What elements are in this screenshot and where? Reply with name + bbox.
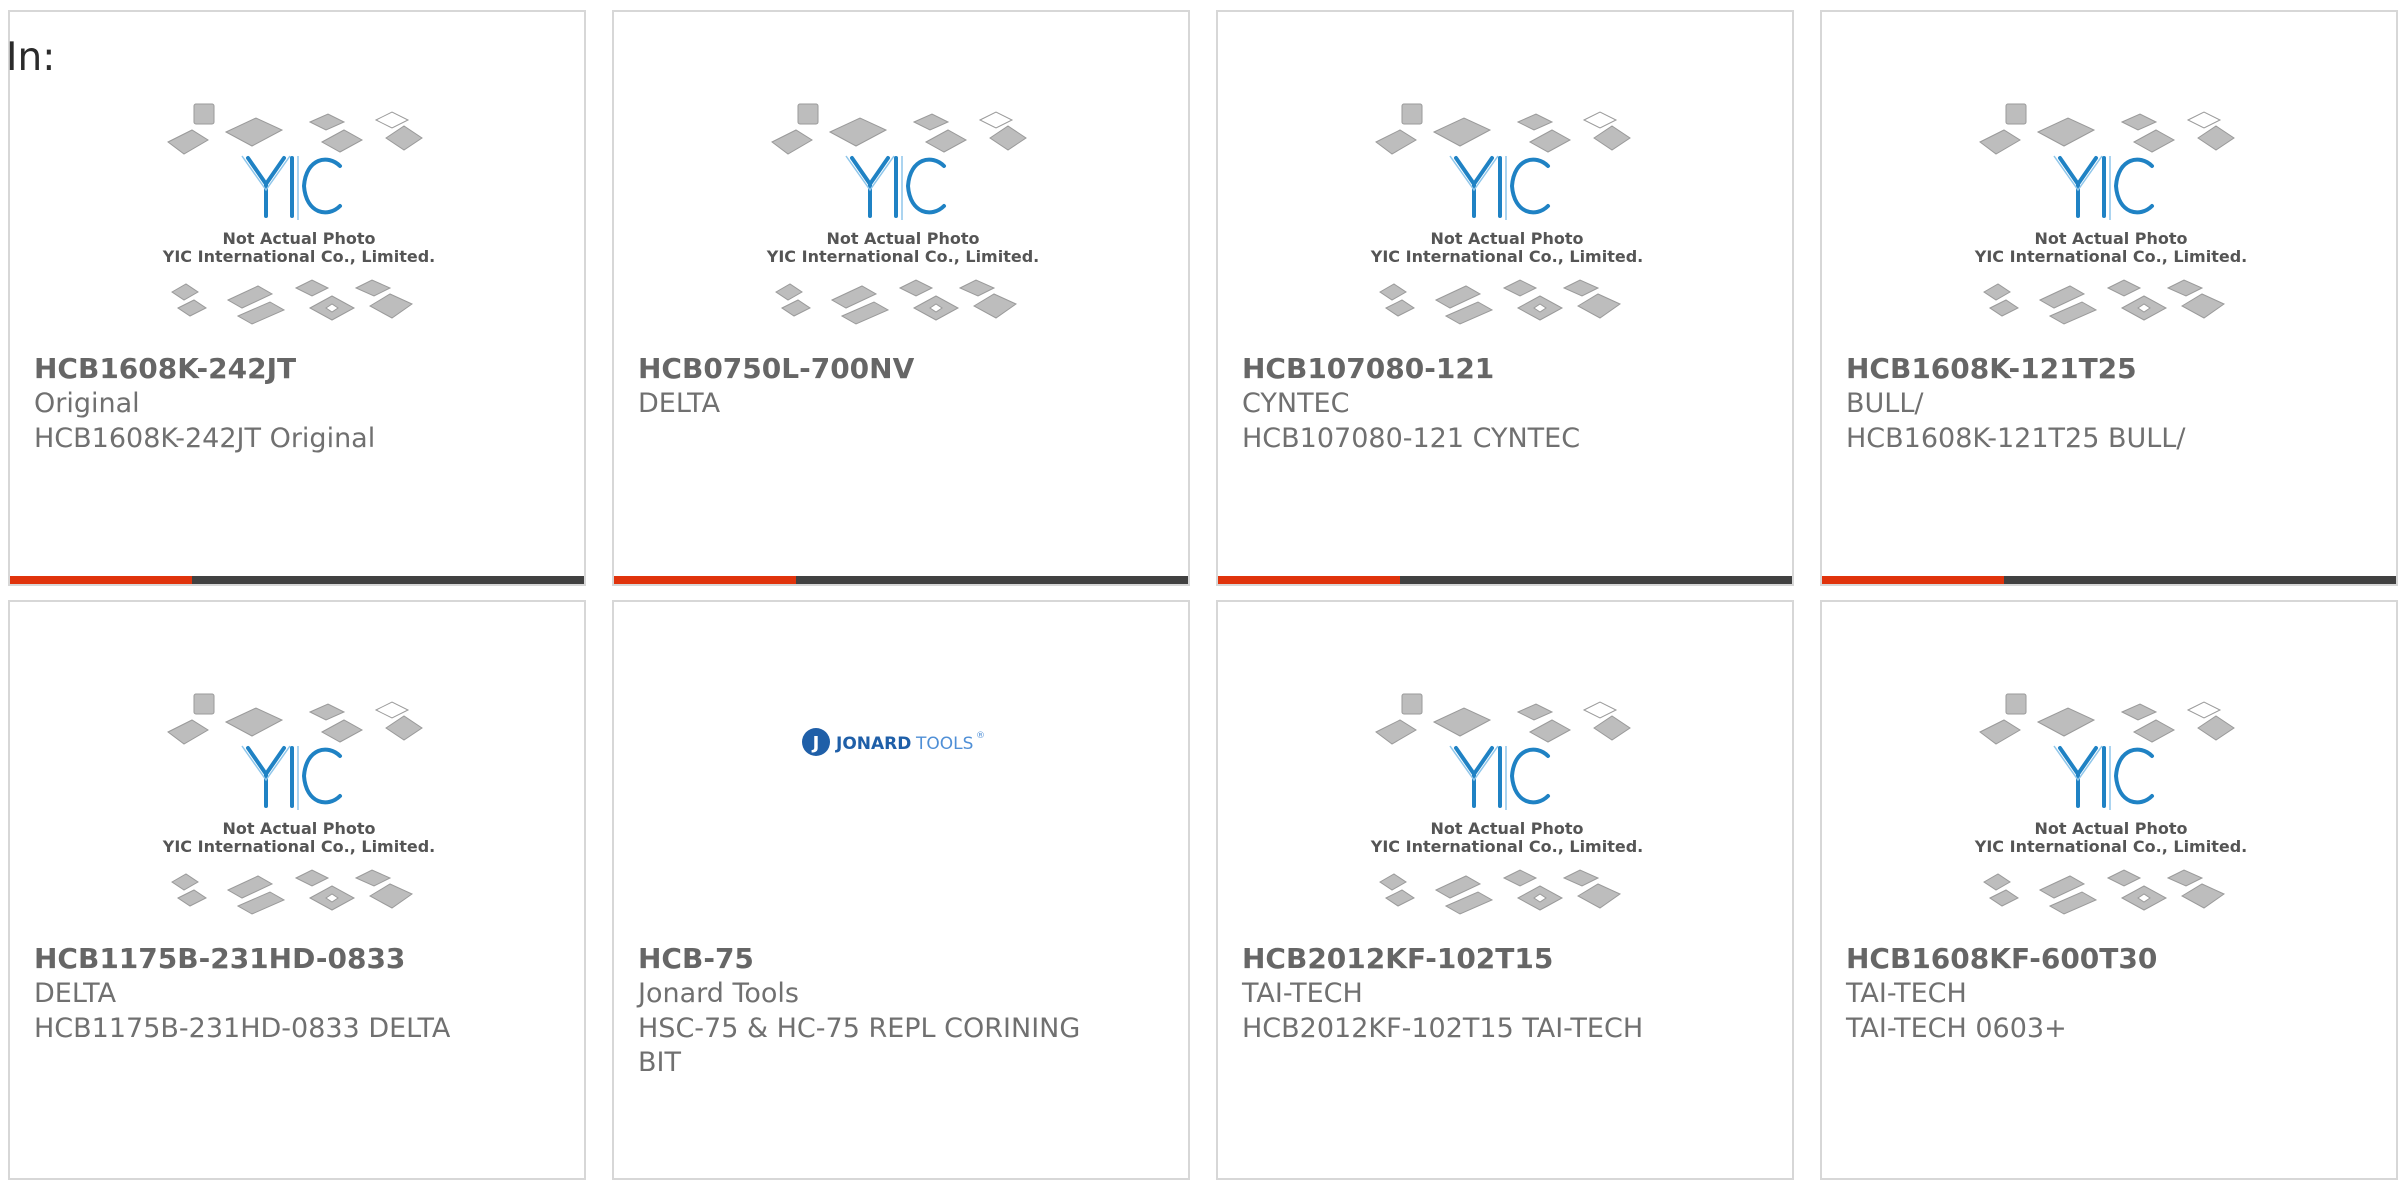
manufacturer: DELTA [34,978,117,1009]
product-image-placeholder[interactable]: Not Actual Photo YIC International Co., … [1218,96,1792,354]
jonard-tools-logo[interactable]: J JONARD TOOLS ® [614,712,1188,772]
product-card[interactable]: Not Actual Photo YIC International Co., … [8,600,586,1180]
manufacturer: DELTA [638,388,721,419]
description: HCB2012KF-102T15 TAI-TECH [1242,1013,1644,1044]
svg-text:Not Actual Photo: Not Actual Photo [2034,229,2187,248]
product-card[interactable]: Not Actual Photo YIC International Co., … [1216,600,1794,1180]
manufacturer: BULL/ [1846,388,1924,419]
yic-placeholder-icon: Not Actual Photo YIC International Co., … [1974,103,2247,325]
svg-text:YIC International Co., Limited: YIC International Co., Limited. [162,247,435,266]
yic-placeholder-icon: Not Actual Photo YIC International Co., … [162,103,435,325]
yic-placeholder-icon: Not Actual Photo YIC International Co., … [766,103,1039,325]
description: HCB1608K-242JT Original [34,423,376,454]
svg-text:YIC International Co., Limited: YIC International Co., Limited. [1974,247,2247,266]
part-number-link[interactable]: HCB1175B-231HD-0833 [34,942,405,975]
card-bottom-bar [1822,576,2396,584]
yic-placeholder-icon: Not Actual Photo YIC International Co., … [1974,693,2247,915]
product-image-placeholder[interactable]: Not Actual Photo YIC International Co., … [1822,686,2396,944]
product-image-placeholder[interactable]: Not Actual Photo YIC International Co., … [1218,686,1792,944]
product-image-placeholder[interactable]: Not Actual Photo YIC International Co., … [10,96,584,354]
description: TAI-TECH 0603+ [1846,1013,2067,1044]
manufacturer: CYNTEC [1242,388,1350,419]
description: HCB1175B-231HD-0833 DELTA [34,1013,451,1044]
svg-text:Not Actual Photo: Not Actual Photo [1430,229,1583,248]
product-image-placeholder[interactable]: Not Actual Photo YIC International Co., … [614,96,1188,354]
svg-text:Not Actual Photo: Not Actual Photo [826,229,979,248]
svg-text:TOOLS: TOOLS [915,734,973,754]
svg-text:YIC International Co., Limited: YIC International Co., Limited. [1370,247,1643,266]
description: HCB107080-121 CYNTEC [1242,423,1581,454]
card-bottom-bar [10,576,584,584]
svg-text:YIC International Co., Limited: YIC International Co., Limited. [766,247,1039,266]
svg-text:®: ® [976,731,985,741]
product-card[interactable]: Not Actual Photo YIC International Co., … [1216,10,1794,586]
product-card[interactable]: Not Actual Photo YIC International Co., … [1820,10,2398,586]
yic-placeholder-icon: Not Actual Photo YIC International Co., … [1370,103,1643,325]
manufacturer: Jonard Tools [638,978,799,1009]
manufacturer: Original [34,388,140,419]
product-grid: Not Actual Photo YIC International Co., … [8,10,2400,1180]
product-card[interactable]: Not Actual Photo YIC International Co., … [612,10,1190,586]
product-image-placeholder[interactable]: Not Actual Photo YIC International Co., … [1822,96,2396,354]
svg-text:YIC International Co., Limited: YIC International Co., Limited. [1370,837,1643,856]
svg-text:Not Actual Photo: Not Actual Photo [2034,819,2187,838]
part-number-link[interactable]: HCB0750L-700NV [638,352,914,385]
svg-text:J: J [811,733,820,754]
product-image-placeholder[interactable]: Not Actual Photo YIC International Co., … [10,686,584,944]
part-number-link[interactable]: HCB107080-121 [1242,352,1494,385]
product-card[interactable]: Not Actual Photo YIC International Co., … [1820,600,2398,1180]
svg-text:Not Actual Photo: Not Actual Photo [1430,819,1583,838]
svg-text:YIC International Co., Limited: YIC International Co., Limited. [162,837,435,856]
product-card[interactable]: Not Actual Photo YIC International Co., … [8,10,586,586]
card-bottom-bar [1218,576,1792,584]
product-card[interactable]: J JONARD TOOLS ® HCB-75 Jonard Tools HSC… [612,600,1190,1180]
description: HCB1608K-121T25 BULL/ [1846,423,2186,454]
part-number-link[interactable]: HCB1608K-121T25 [1846,352,2137,385]
description: HSC-75 & HC-75 REPL CORINING BIT [638,1013,1081,1078]
svg-text:YIC International Co., Limited: YIC International Co., Limited. [1974,837,2247,856]
part-number-link[interactable]: HCB1608K-242JT [34,352,296,385]
part-number-link[interactable]: HCB-75 [638,942,754,975]
yic-placeholder-icon: Not Actual Photo YIC International Co., … [162,693,435,915]
svg-text:Not Actual Photo: Not Actual Photo [222,229,375,248]
card-bottom-bar [614,576,1188,584]
svg-text:JONARD: JONARD [835,734,911,754]
svg-text:Not Actual Photo: Not Actual Photo [222,819,375,838]
manufacturer: TAI-TECH [1242,978,1363,1009]
part-number-link[interactable]: HCB2012KF-102T15 [1242,942,1553,975]
manufacturer: TAI-TECH [1846,978,1967,1009]
page-label: In: [6,35,56,80]
jonard-logo-icon: J JONARD TOOLS ® [802,728,985,756]
yic-placeholder-icon: Not Actual Photo YIC International Co., … [1370,693,1643,915]
part-number-link[interactable]: HCB1608KF-600T30 [1846,942,2157,975]
